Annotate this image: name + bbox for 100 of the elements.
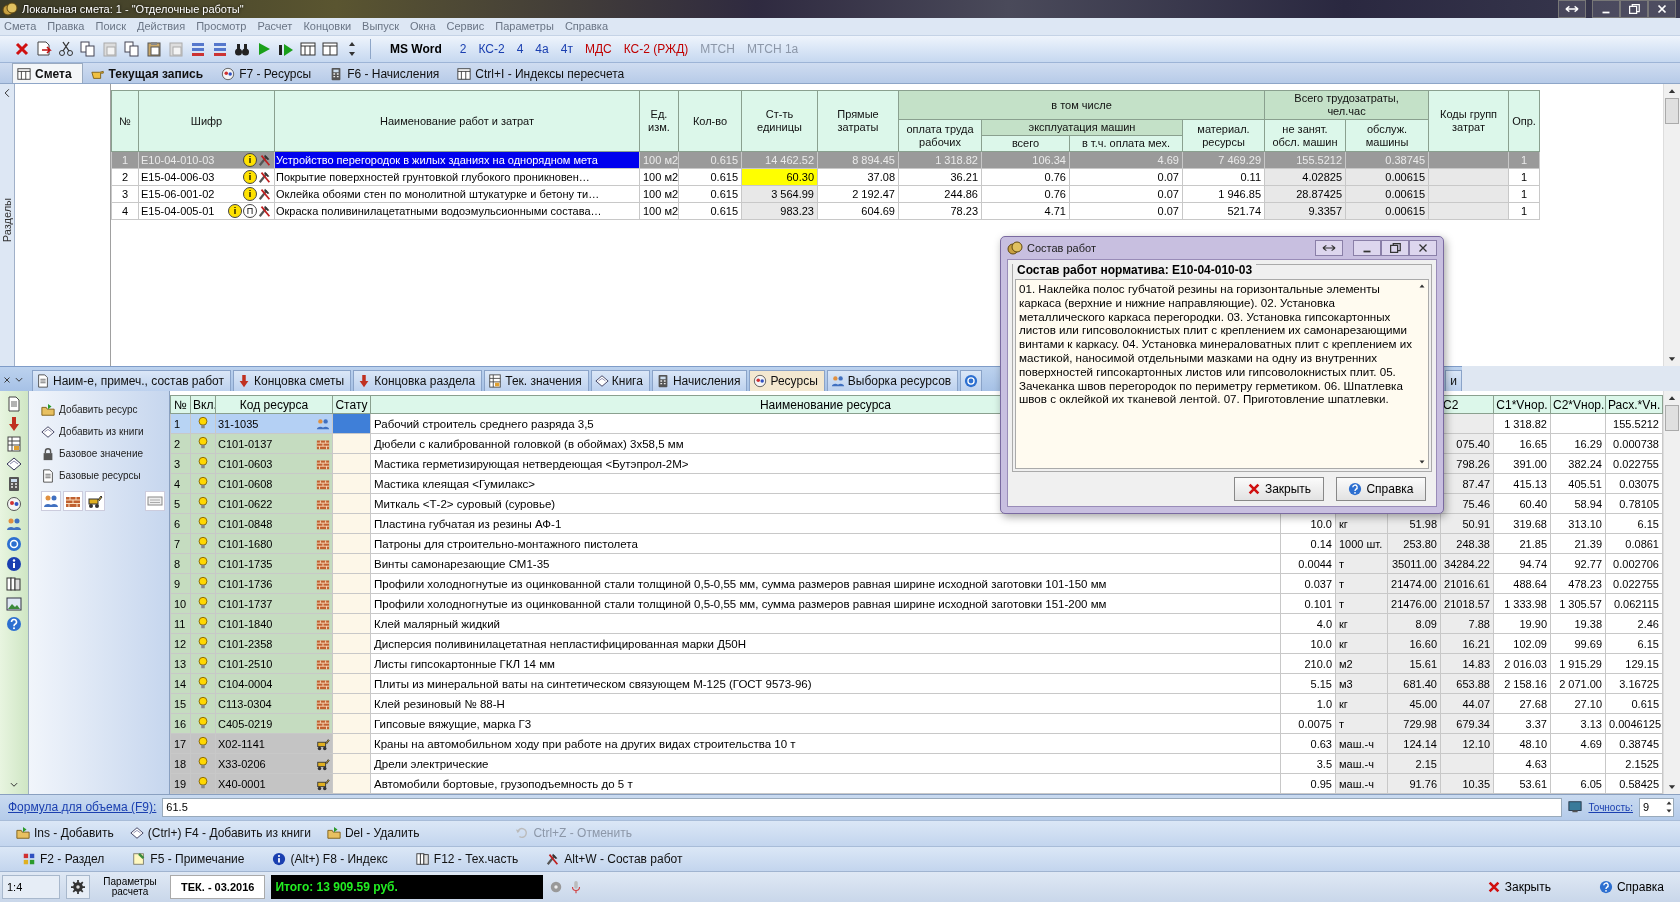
info-badge[interactable]: i xyxy=(243,170,257,185)
menu-item[interactable]: Выпуск xyxy=(362,20,405,33)
help-icon[interactable] xyxy=(5,615,23,633)
restore-icon[interactable] xyxy=(1620,0,1648,18)
close-icon[interactable] xyxy=(1409,240,1437,256)
monitor-icon[interactable] xyxy=(1568,800,1583,815)
table-row[interactable]: 1 E10-04-010-03 i Устройство перегородок в жилых зданиях на однорядном мета 100 м2 0.615 14 462.52 8 894.45 1 318.82 106.34 4.69 7 469.29 155.5212 0.38745 1 xyxy=(111,151,1540,169)
table-row[interactable]: 11 С101-1840 Клей малярный жидкий 4.0 кг 8.09 7.88 19.90 19.38 2.46 xyxy=(170,613,1663,634)
table-row[interactable]: 16 С405-0219 Гипсовые вяжущие, марка Г3 0.0075 т 729.98 679.34 3.37 3.13 0.0046125 xyxy=(170,713,1663,734)
lightbulb-icon[interactable] xyxy=(196,555,210,570)
info-badge[interactable]: i xyxy=(243,153,257,168)
menu-item[interactable]: Поиск xyxy=(95,20,132,33)
action-button[interactable]: Базовое значение xyxy=(41,445,165,463)
precision-link[interactable]: Точность: xyxy=(1588,801,1633,813)
document-arrow-icon[interactable] xyxy=(34,38,54,59)
tab[interactable]: Ctrl+I - Индексы пересчета xyxy=(453,64,635,84)
table-row[interactable]: 2 E15-04-006-03 i Покрытие поверхностей грунтовкой глубокого проникновен… 100 м2 0.615 60.30 37.08 36.21 0.76 0.07 0.11 4.02825 0.00615 1 xyxy=(111,168,1540,186)
shortcut-button[interactable]: F2 - Раздел xyxy=(22,851,105,866)
table-row[interactable]: 7 С101-1680 Патроны для строительно-монтажного пистолета 0.14 1000 шт. 253.80 248.38 21.85 21.39 0.0861 xyxy=(170,533,1663,554)
period-button[interactable]: ТЕК. - 03.2016 xyxy=(170,875,266,900)
action-button[interactable]: Ins - Добавить xyxy=(16,826,114,841)
info-icon[interactable] xyxy=(5,555,23,573)
tab[interactable]: Наим-е, примеч., состав работ xyxy=(32,370,231,392)
tab[interactable]: Выборка ресурсов xyxy=(826,370,959,392)
lightbulb-icon[interactable] xyxy=(196,635,210,650)
status-button[interactable]: Закрыть xyxy=(1480,879,1557,896)
tab[interactable]: Начисления xyxy=(651,370,748,392)
lightbulb-icon[interactable] xyxy=(196,475,210,490)
toolbar-button[interactable]: 2 xyxy=(454,39,472,58)
toolbar-button[interactable]: КС-2 (РЖД) xyxy=(618,39,694,58)
info-badge[interactable]: i xyxy=(243,187,257,202)
shortcut-button[interactable]: F12 - Тех.часть xyxy=(415,851,519,866)
scroll-thumb[interactable] xyxy=(1665,98,1679,125)
lightbulb-icon[interactable] xyxy=(196,735,210,750)
action-button[interactable]: Базовые ресурсы xyxy=(41,467,165,485)
restore-icon[interactable] xyxy=(1381,240,1409,256)
shortcut-button[interactable]: F5 - Примечание xyxy=(132,851,245,866)
table-row[interactable]: 13 С101-2510 Листы гипсокартонные ГКЛ 14 мм 210.0 м2 15.61 14.83 2 016.03 1 915.29 129.15 xyxy=(170,653,1663,674)
lightbulb-icon[interactable] xyxy=(196,595,210,610)
toolbar-button[interactable]: 4 xyxy=(511,39,529,58)
menu-item[interactable]: Сервис xyxy=(446,20,491,33)
menu-item[interactable]: Параметры xyxy=(495,20,560,33)
menu-item[interactable]: Концовки xyxy=(303,20,358,33)
tab[interactable]: F6 - Начисления xyxy=(325,64,450,84)
table-row[interactable]: 19 Х40-0001 Автомобили бортовые, грузоподъемность до 5 т 0.95 маш.-ч 91.76 10.35 53.61 6.05 0.58425 xyxy=(170,773,1663,794)
image-icon[interactable] xyxy=(5,595,23,613)
tools-icon[interactable] xyxy=(258,187,272,202)
lightbulb-icon[interactable] xyxy=(196,675,210,690)
tab[interactable]: Тек. значения xyxy=(484,370,589,392)
tools-icon[interactable] xyxy=(258,153,272,168)
close-icon[interactable] xyxy=(1648,0,1676,18)
scroll-bar[interactable] xyxy=(1663,391,1680,795)
info-badge[interactable]: i xyxy=(228,204,242,219)
tab[interactable]: Смета xyxy=(12,63,83,84)
lightbulb-icon[interactable] xyxy=(196,455,210,470)
scroll-thumb[interactable] xyxy=(1665,405,1679,432)
lightbulb-icon[interactable] xyxy=(196,575,210,590)
lightbulb-icon[interactable] xyxy=(196,655,210,670)
table-row[interactable]: 17 Х02-1141 Краны на автомобильном ходу при работе на других видах строительства 10 т 0.63 маш.-ч 124.14 12.10 48.10 4.69 0.38745 xyxy=(170,733,1663,754)
lightbulb-icon[interactable] xyxy=(196,435,210,450)
table-sheet-icon[interactable] xyxy=(5,435,23,453)
copy-icon[interactable] xyxy=(78,38,98,59)
scroll-bar[interactable] xyxy=(1663,84,1680,367)
tools-icon[interactable] xyxy=(258,204,272,219)
toolbar-button[interactable]: 4т xyxy=(555,39,578,58)
people-icon[interactable] xyxy=(41,491,61,512)
menu-item[interactable]: Справка xyxy=(564,20,615,33)
table-row[interactable]: 3 E15-06-001-02 i Оклейка обоями стен по монолитной штукатурке и бетону ти… 100 м2 0.615 3 564.99 2 192.47 244.86 0.76 0.07 1 946.85 28.87425 0.00615 1 xyxy=(111,185,1540,203)
excavator-icon[interactable] xyxy=(85,491,105,512)
bricks-icon[interactable] xyxy=(63,491,83,512)
settings-button[interactable] xyxy=(66,875,90,900)
menu-item[interactable]: Правка xyxy=(47,20,91,33)
menu-item[interactable]: Просмотр xyxy=(196,20,253,33)
shortcut-button[interactable]: (Alt+) F8 - Индекс xyxy=(272,851,388,866)
lightbulb-icon[interactable] xyxy=(196,415,210,430)
tab[interactable]: Концовка раздела xyxy=(353,370,483,392)
formula-link[interactable]: Формула для объема (F9): xyxy=(8,800,157,815)
lightbulb-icon[interactable] xyxy=(196,715,210,730)
copy-icon[interactable] xyxy=(122,38,142,59)
book-icon[interactable] xyxy=(5,455,23,473)
status-button[interactable]: Справка xyxy=(1592,879,1670,896)
letter-badge[interactable]: П xyxy=(243,204,257,219)
tools-icon[interactable] xyxy=(258,170,272,185)
table-row[interactable]: 10 С101-1737 Профили холодногнутые из оцинкованной стали толщиной 0,5-0,55 мм, сумма размеров равная ширине исходной заготовки 151-200 мм 0.101 т 21476.00 21018.57 1 333.98 1 305.57 0.062115 xyxy=(170,593,1663,614)
table-row[interactable]: 12 С101-2358 Дисперсия поливинилацетатная непластифицированная марки Д50Н 10.0 кг 16.60 16.21 102.09 99.69 6.15 xyxy=(170,633,1663,654)
tab[interactable]: и xyxy=(1445,370,1462,392)
lightbulb-icon[interactable] xyxy=(196,515,210,530)
coin-icon[interactable] xyxy=(5,535,23,553)
precision-spinner[interactable]: 9 xyxy=(1639,797,1674,817)
tab[interactable]: Текущая запись xyxy=(86,64,214,84)
round-badge-icon[interactable] xyxy=(5,495,23,513)
lightbulb-icon[interactable] xyxy=(196,615,210,630)
toolbar-button[interactable]: КС-2 xyxy=(473,39,510,58)
table-row[interactable]: 14 С104-0004 Плиты из минеральной ваты на синтетическом связующем М-125 (ГОСТ 9573-96) 5.15 м3 681.40 653.88 2 158.16 2 071.00 3.16725 xyxy=(170,673,1663,694)
menu-item[interactable]: Действия xyxy=(136,20,192,33)
tab[interactable]: Книга xyxy=(590,370,650,392)
table-row[interactable]: 9 С101-1736 Профили холодногнутые из оцинкованной стали толщиной 0,5-0,55 мм, сумма размеров равная ширине исходной заготовки 101-150 мм 0.037 т 21474.00 21016.61 488.64 478.23 0.022755 xyxy=(170,573,1663,594)
toolbar-button[interactable]: MS Word xyxy=(385,39,447,58)
table-row[interactable]: 8 С101-1735 Винты самонарезающие СМ1-35 0.0044 т 35011.00 34284.22 94.74 92.77 0.002706 xyxy=(170,553,1663,574)
menu-item[interactable]: Смета xyxy=(4,20,43,33)
